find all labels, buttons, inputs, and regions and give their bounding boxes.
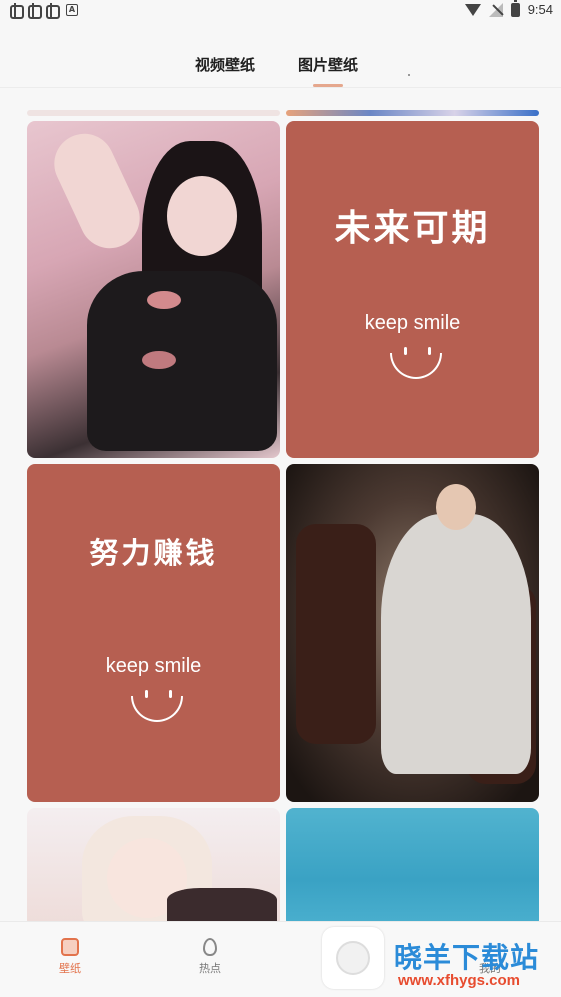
quote-title: 未来可期 [334, 208, 491, 249]
wallpaper-card-quote[interactable]: 未来可期 keep smile [286, 121, 539, 458]
wallpaper-card-sea[interactable] [286, 808, 539, 928]
photo-gown [381, 514, 531, 774]
wallpaper-card-cosplay[interactable] [27, 121, 280, 458]
photo-arm [44, 123, 150, 259]
nav-label: 热点 [199, 962, 221, 975]
photo-dress [87, 271, 277, 451]
watermark-logo [322, 927, 384, 989]
wallpaper-card-quote[interactable]: 努力赚钱 keep smile [27, 464, 280, 802]
watermark-url: www.xfhygs.com [398, 972, 520, 989]
watermark-brand: 晓羊下载站 [394, 941, 540, 974]
photo-chair [296, 524, 376, 744]
wallpaper-card-anime[interactable] [27, 808, 280, 928]
photo-face [436, 484, 476, 530]
photo-face [167, 176, 237, 256]
nav-wallpaper[interactable]: 壁纸 [40, 938, 100, 976]
smile-icon [131, 690, 187, 730]
photo-bow [142, 351, 176, 369]
quote-subtitle: keep smile [105, 655, 202, 677]
quote-title: 努力赚钱 [89, 536, 218, 570]
photo-bow [147, 291, 181, 309]
fire-icon [201, 938, 219, 956]
quote-subtitle: keep smile [364, 312, 461, 334]
nav-hot[interactable]: 热点 [180, 938, 240, 976]
wallpaper-card-painting[interactable] [286, 464, 539, 802]
sheep-icon [336, 941, 370, 975]
nav-label: 壁纸 [59, 962, 81, 975]
wallpaper-grid: 未来可期 keep smile 努力赚钱 keep smile [0, 0, 561, 997]
smile-icon [390, 347, 446, 387]
wallpaper-icon [61, 938, 79, 956]
